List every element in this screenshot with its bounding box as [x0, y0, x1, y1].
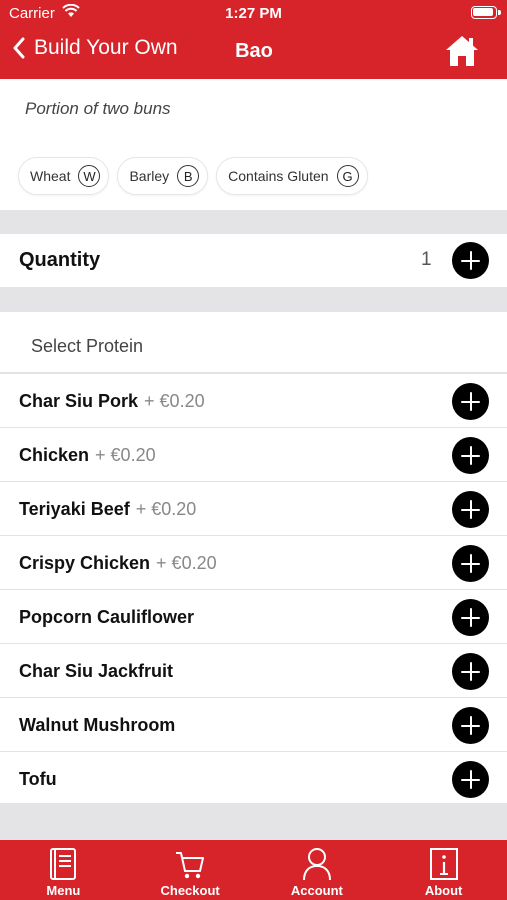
status-time: 1:27 PM — [225, 5, 282, 22]
protein-name: Char Siu Pork + €0.20 — [19, 391, 205, 412]
add-protein-button[interactable] — [452, 599, 489, 636]
tab-checkout[interactable]: Checkout — [127, 840, 254, 900]
add-protein-button[interactable] — [452, 437, 489, 474]
info-icon — [429, 848, 458, 880]
protein-name: Tofu — [19, 769, 57, 790]
allergen-chip-wheat: Wheat W — [18, 157, 110, 195]
protein-name: Chicken + €0.20 — [19, 445, 156, 466]
protein-option-teriyaki-beef[interactable]: Teriyaki Beef + €0.20 — [0, 482, 507, 536]
protein-header-label: Select Protein — [31, 336, 144, 356]
protein-name: Walnut Mushroom — [19, 715, 175, 736]
protein-name: Popcorn Cauliflower — [19, 607, 194, 628]
protein-option-chicken[interactable]: Chicken + €0.20 — [0, 428, 507, 482]
person-icon — [302, 848, 331, 881]
item-description: Portion of two buns — [25, 99, 171, 118]
home-icon[interactable] — [444, 34, 480, 68]
allergen-label: Contains Gluten — [228, 168, 329, 184]
allergen-code-badge: W — [78, 165, 101, 187]
allergen-label: Barley — [129, 168, 170, 184]
add-protein-button[interactable] — [452, 707, 489, 744]
page-title: Bao — [0, 40, 507, 63]
add-protein-button[interactable] — [452, 653, 489, 690]
protein-price: + €0.20 — [135, 499, 197, 519]
protein-section-header: Select Protein — [0, 312, 507, 373]
add-protein-button[interactable] — [452, 761, 489, 798]
allergen-chip-gluten: Contains Gluten G — [216, 157, 368, 195]
allergen-code-badge: B — [177, 165, 200, 187]
protein-name-text: Teriyaki Beef — [19, 499, 130, 519]
allergen-chip-barley: Barley B — [117, 157, 209, 195]
allergen-label: Wheat — [30, 168, 71, 184]
protein-name-text: Char Siu Jackfruit — [19, 661, 174, 681]
protein-option-popcorn-cauliflower[interactable]: Popcorn Cauliflower — [0, 590, 507, 644]
add-protein-button[interactable] — [452, 545, 489, 582]
add-protein-button[interactable] — [452, 383, 489, 420]
protein-name: Teriyaki Beef + €0.20 — [19, 499, 196, 520]
tab-menu-label: Menu — [46, 883, 81, 898]
quantity-row: Quantity 1 — [0, 234, 507, 287]
quantity-add-button[interactable] — [452, 242, 489, 279]
tab-bar: Menu Checkout Account About — [0, 840, 507, 900]
nav-bar: Build Your Own Bao — [0, 30, 507, 76]
protein-name-text: Crispy Chicken — [19, 553, 151, 573]
protein-name-text: Walnut Mushroom — [19, 715, 176, 735]
menu-book-icon — [50, 848, 77, 880]
protein-name-text: Tofu — [19, 769, 57, 789]
protein-name: Crispy Chicken + €0.20 — [19, 553, 217, 574]
quantity-label: Quantity — [19, 249, 101, 271]
add-protein-button[interactable] — [452, 491, 489, 528]
tab-account[interactable]: Account — [254, 840, 381, 900]
tab-about-label: About — [424, 883, 463, 898]
battery-icon — [471, 6, 497, 19]
protein-price: + €0.20 — [95, 445, 156, 465]
protein-name-text: Chicken — [19, 445, 90, 465]
protein-price: + €0.20 — [144, 391, 205, 411]
protein-option-walnut-mushroom[interactable]: Walnut Mushroom — [0, 698, 507, 752]
protein-price: + €0.20 — [156, 553, 217, 573]
tab-checkout-label: Checkout — [160, 883, 220, 898]
cart-icon — [176, 852, 205, 879]
allergen-code-badge: G — [336, 165, 359, 187]
battery-tip — [498, 10, 501, 15]
tab-account-label: Account — [290, 883, 343, 898]
status-bar: Carrier 1:27 PM — [0, 0, 507, 28]
protein-name-text: Popcorn Cauliflower — [19, 607, 195, 627]
protein-name: Char Siu Jackfruit — [19, 661, 173, 682]
header-bar: Carrier 1:27 PM Build Your Own Bao — [0, 0, 507, 79]
page-title-text: Bao — [235, 40, 273, 62]
protein-option-char-siu-jackfruit[interactable]: Char Siu Jackfruit — [0, 644, 507, 698]
tab-about[interactable]: About — [380, 840, 507, 900]
protein-option-crispy-chicken[interactable]: Crispy Chicken + €0.20 — [0, 536, 507, 590]
tab-menu[interactable]: Menu — [0, 840, 127, 900]
protein-option-char-siu-pork[interactable]: Char Siu Pork + €0.20 — [0, 374, 507, 428]
protein-option-tofu[interactable]: Tofu — [0, 752, 507, 803]
quantity-value: 1 — [421, 249, 432, 270]
allergen-list: Wheat W Barley B Contains Gluten G — [18, 157, 368, 195]
protein-name-text: Char Siu Pork — [19, 391, 139, 411]
